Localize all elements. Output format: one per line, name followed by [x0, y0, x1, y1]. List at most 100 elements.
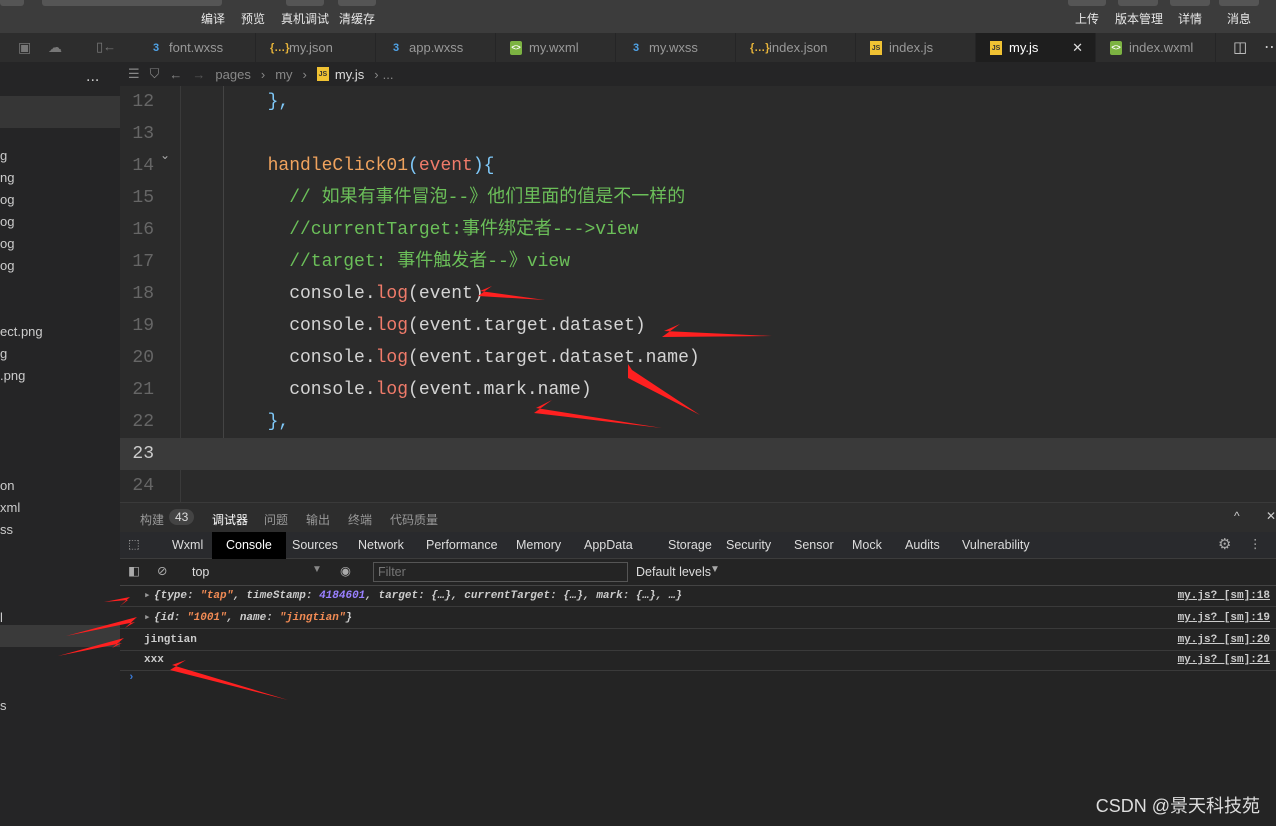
collapse-sidebar-icon[interactable]: ▯← [96, 39, 116, 55]
toolbar-button[interactable] [338, 0, 376, 6]
code-line[interactable]: 12 }, [120, 86, 1276, 118]
tab-my-wxss[interactable]: 3 my.wxss [616, 33, 736, 62]
file-tree-item[interactable]: og [0, 236, 14, 251]
version-button[interactable]: 版本管理 [1115, 10, 1163, 27]
selected-file-row[interactable] [0, 625, 120, 647]
context-select[interactable]: top [192, 565, 209, 579]
console-message[interactable]: ▸ {type: "tap", timeStamp: 4184601, targe… [120, 586, 1276, 607]
source-link[interactable]: my.js? [sm]:18 [1178, 586, 1270, 607]
more-icon[interactable]: ... [86, 68, 99, 86]
code-line[interactable]: 14 handleClick01(event){ [120, 150, 1276, 182]
breadcrumb-item[interactable]: ... [383, 67, 394, 82]
code-line[interactable]: 20 console.log(event.target.dataset.name… [120, 342, 1276, 374]
devtools-tab-performance[interactable]: Performance [426, 532, 498, 559]
devtools-tab-console[interactable]: Console [212, 532, 286, 559]
console-prompt-icon[interactable]: › [128, 672, 135, 684]
messages-button[interactable]: 消息 [1227, 10, 1251, 27]
bookmark-icon[interactable]: ⛉ [150, 66, 160, 82]
code-line[interactable]: 21 console.log(event.mark.name) [120, 374, 1276, 406]
breadcrumb-item[interactable]: pages [215, 67, 250, 82]
toolbar-button[interactable] [1118, 0, 1158, 6]
console-output[interactable]: ▸ {type: "tap", timeStamp: 4184601, targe… [120, 586, 1276, 826]
source-link[interactable]: my.js? [sm]:21 [1178, 650, 1270, 671]
breadcrumb-item[interactable]: my [275, 67, 292, 82]
split-editor-icon[interactable]: ◫ [1233, 38, 1247, 56]
preview-button[interactable]: 预览 [241, 10, 265, 27]
expand-triangle-icon[interactable]: ▸ [144, 586, 151, 607]
inspect-element-icon[interactable]: ⬚ [128, 536, 140, 551]
toolbar-button[interactable] [1219, 0, 1259, 6]
file-tree-item[interactable]: ect.png [0, 324, 43, 339]
eye-icon[interactable]: ◉ [340, 563, 351, 578]
file-tree-item[interactable]: g [0, 346, 7, 361]
tab-build[interactable]: 构建 [140, 511, 164, 528]
file-tree-item[interactable]: ss [0, 522, 13, 537]
code-line[interactable]: 13 [120, 118, 1276, 150]
file-tree-item[interactable]: ng [0, 170, 14, 185]
devtools-tab-audits[interactable]: Audits [905, 532, 940, 559]
tab-my-json[interactable]: {…} my.json [256, 33, 376, 62]
tab-problems[interactable]: 问题 [264, 511, 288, 528]
devtools-tab-sources[interactable]: Sources [292, 532, 338, 559]
code-line[interactable]: 23 [120, 438, 1276, 470]
code-line[interactable]: 24 [120, 470, 1276, 502]
devtools-tab-storage[interactable]: Storage [668, 532, 712, 559]
tab-font-wxss[interactable]: 3 font.wxss [136, 33, 256, 62]
code-line[interactable]: 15 // 如果有事件冒泡--》他们里面的值是不一样的 [120, 182, 1276, 214]
clear-console-icon[interactable]: ⊘ [157, 563, 167, 578]
file-tree-item[interactable]: xml [0, 500, 20, 515]
devtools-tab-network[interactable]: Network [358, 532, 404, 559]
devtools-tab-vulnerability[interactable]: Vulnerability [962, 532, 1030, 559]
outline-icon[interactable]: ☰ [128, 66, 140, 82]
file-tree-item[interactable]: g [0, 148, 7, 163]
details-button[interactable]: 详情 [1178, 10, 1202, 27]
close-icon[interactable]: ✕ [1266, 509, 1276, 523]
console-message[interactable]: jingtian my.js? [sm]:20 [120, 630, 1276, 651]
tab-index-json[interactable]: {…} index.json [736, 33, 856, 62]
code-line[interactable]: 17 //target: 事件触发者--》view [120, 246, 1276, 278]
toolbar-button[interactable] [1170, 0, 1210, 6]
settings-gear-icon[interactable]: ⚙ [1218, 535, 1231, 553]
remote-debug-button[interactable]: 真机调试 [281, 10, 329, 27]
mode-select[interactable] [42, 0, 222, 6]
devtools-tab-sensor[interactable]: Sensor [794, 532, 834, 559]
breadcrumb-item[interactable]: my.js [335, 67, 364, 82]
code-line[interactable]: 16 //currentTarget:事件绑定者--->view [120, 214, 1276, 246]
expand-triangle-icon[interactable]: ▸ [144, 608, 151, 629]
collapse-icon[interactable]: ^ [1234, 509, 1240, 523]
tab-index-wxml[interactable]: <> index.wxml [1096, 33, 1216, 62]
file-tree-item[interactable]: og [0, 214, 14, 229]
back-icon[interactable]: ← [169, 67, 182, 82]
code-line[interactable]: 22 }, [120, 406, 1276, 438]
devtools-tab-mock[interactable]: Mock [852, 532, 882, 559]
tab-terminal[interactable]: 终端 [348, 511, 372, 528]
source-link[interactable]: my.js? [sm]:20 [1178, 630, 1270, 651]
code-editor[interactable]: ⌄ 12 }, 13 14 handleClick01(event){15 // 如… [120, 86, 1276, 502]
tab-output[interactable]: 输出 [306, 511, 330, 528]
toolbar-button[interactable] [0, 0, 24, 6]
upload-button[interactable]: 上传 [1075, 10, 1099, 27]
tab-code-quality[interactable]: 代码质量 [390, 511, 438, 528]
docker-icon[interactable]: ☁ [48, 39, 62, 56]
toolbar-button[interactable] [286, 0, 324, 6]
devtools-tab-wxml[interactable]: Wxml [172, 532, 203, 559]
console-message[interactable]: ▸ {id: "1001", name: "jingtian"} my.js? [s… [120, 608, 1276, 629]
file-tree-item[interactable]: on [0, 478, 14, 493]
tab-my-js[interactable]: JS my.js ✕ [976, 33, 1096, 62]
devtools-tab-security[interactable]: Security [726, 532, 771, 559]
save-icon[interactable]: ▣ [18, 39, 31, 56]
forward-icon[interactable]: → [192, 67, 205, 82]
file-tree-item[interactable]: .png [0, 368, 25, 383]
file-tree-item[interactable]: og [0, 192, 14, 207]
devtools-tab-appdata[interactable]: AppData [584, 532, 633, 559]
more-vertical-icon[interactable]: ⋮ [1249, 536, 1262, 551]
file-tree-item[interactable]: s [0, 698, 7, 713]
clear-cache-button[interactable]: 清缓存 [339, 10, 375, 27]
devtools-tab-memory[interactable]: Memory [516, 532, 561, 559]
filter-input[interactable] [373, 562, 628, 582]
toolbar-button[interactable] [1068, 0, 1106, 6]
tab-my-wxml[interactable]: <> my.wxml [496, 33, 616, 62]
console-message[interactable]: xxx my.js? [sm]:21 [120, 650, 1276, 671]
sidebar-toggle-icon[interactable]: ◧ [128, 563, 140, 578]
file-tree-item[interactable]: og [0, 258, 14, 273]
